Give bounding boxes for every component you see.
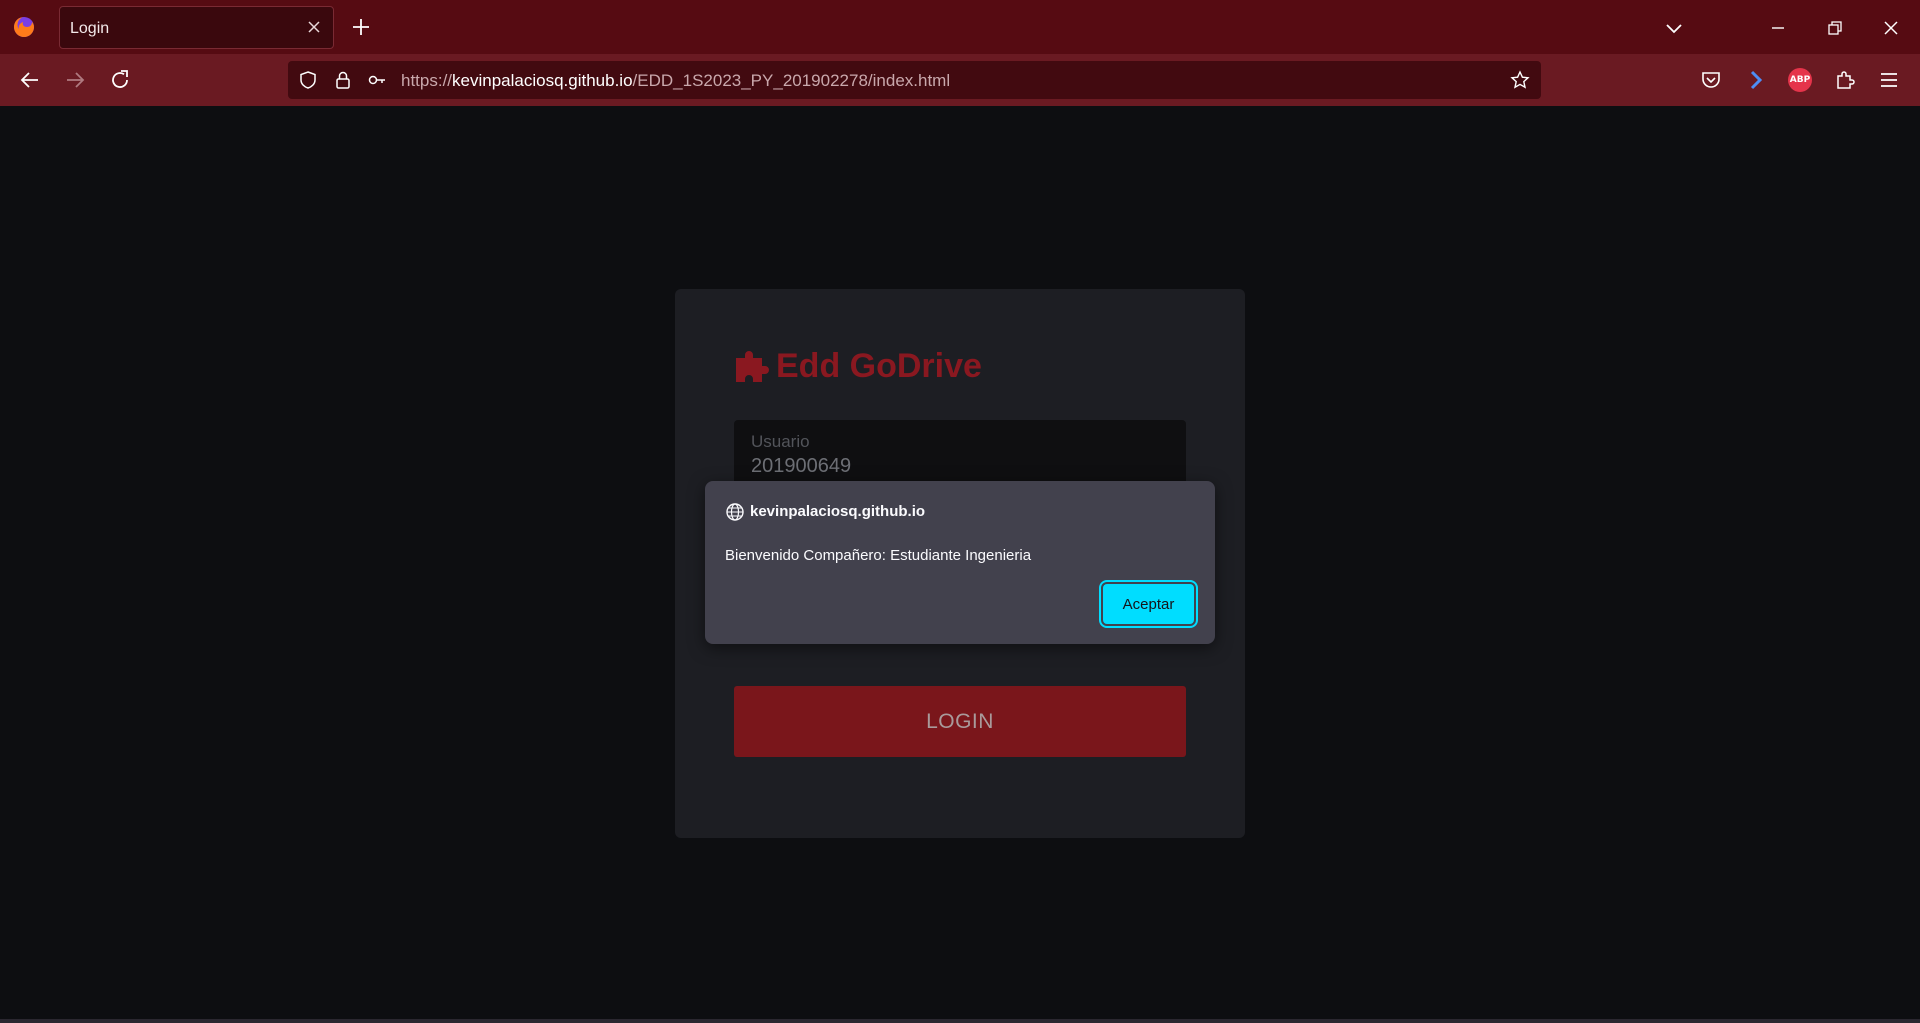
key-icon[interactable] [367,70,387,90]
restore-icon[interactable] [1824,17,1846,39]
hamburger-menu-icon[interactable] [1877,68,1901,92]
login-button[interactable]: LOGIN [734,686,1186,757]
window-close-icon[interactable] [1880,17,1902,39]
taskbar-edge [0,1019,1920,1023]
forward-arrow-icon[interactable] [62,67,88,93]
extension-arrow-icon[interactable] [1744,68,1768,92]
puzzle-piece-icon [736,351,769,382]
close-icon[interactable] [305,18,323,36]
firefox-logo-icon[interactable] [12,15,36,39]
browser-tab-login[interactable]: Login [59,6,334,49]
globe-icon [726,503,744,521]
url-bar[interactable]: https://kevinpalaciosq.github.io/EDD_1S2… [288,61,1541,99]
url-path: /EDD_1S2023_PY_201902278/index.html [632,71,951,90]
alert-origin: kevinpalaciosq.github.io [750,503,926,520]
lock-icon[interactable] [333,70,353,90]
tab-title: Login [70,20,110,37]
browser-tab-bar: Login [0,0,1920,54]
url-host: kevinpalaciosq.github.io [452,71,633,90]
adblock-plus-icon[interactable]: ABP [1788,68,1812,92]
brand-title: Edd GoDrive [776,346,982,385]
back-arrow-icon[interactable] [17,67,43,93]
reload-icon[interactable] [107,67,133,93]
plus-icon[interactable] [350,16,372,38]
brand-logo: Edd GoDrive [734,344,982,388]
chevron-down-icon[interactable] [1663,17,1685,39]
alert-dialog: kevinpalaciosq.github.io Bienvenido Comp… [705,481,1215,644]
pocket-icon[interactable] [1699,68,1723,92]
url-prefix: https:// [401,71,453,90]
url-text[interactable]: https://kevinpalaciosq.github.io/EDD_1S2… [401,71,950,91]
shield-icon[interactable] [298,70,318,90]
accept-button[interactable]: Aceptar [1099,580,1198,628]
extensions-puzzle-icon[interactable] [1833,68,1857,92]
username-label: Usuario [751,432,810,451]
star-icon[interactable] [1510,70,1530,90]
alert-message: Bienvenido Compañero: Estudiante Ingenie… [725,547,1032,564]
minimize-icon[interactable] [1767,17,1789,39]
username-input[interactable]: 201900649 [751,455,851,478]
